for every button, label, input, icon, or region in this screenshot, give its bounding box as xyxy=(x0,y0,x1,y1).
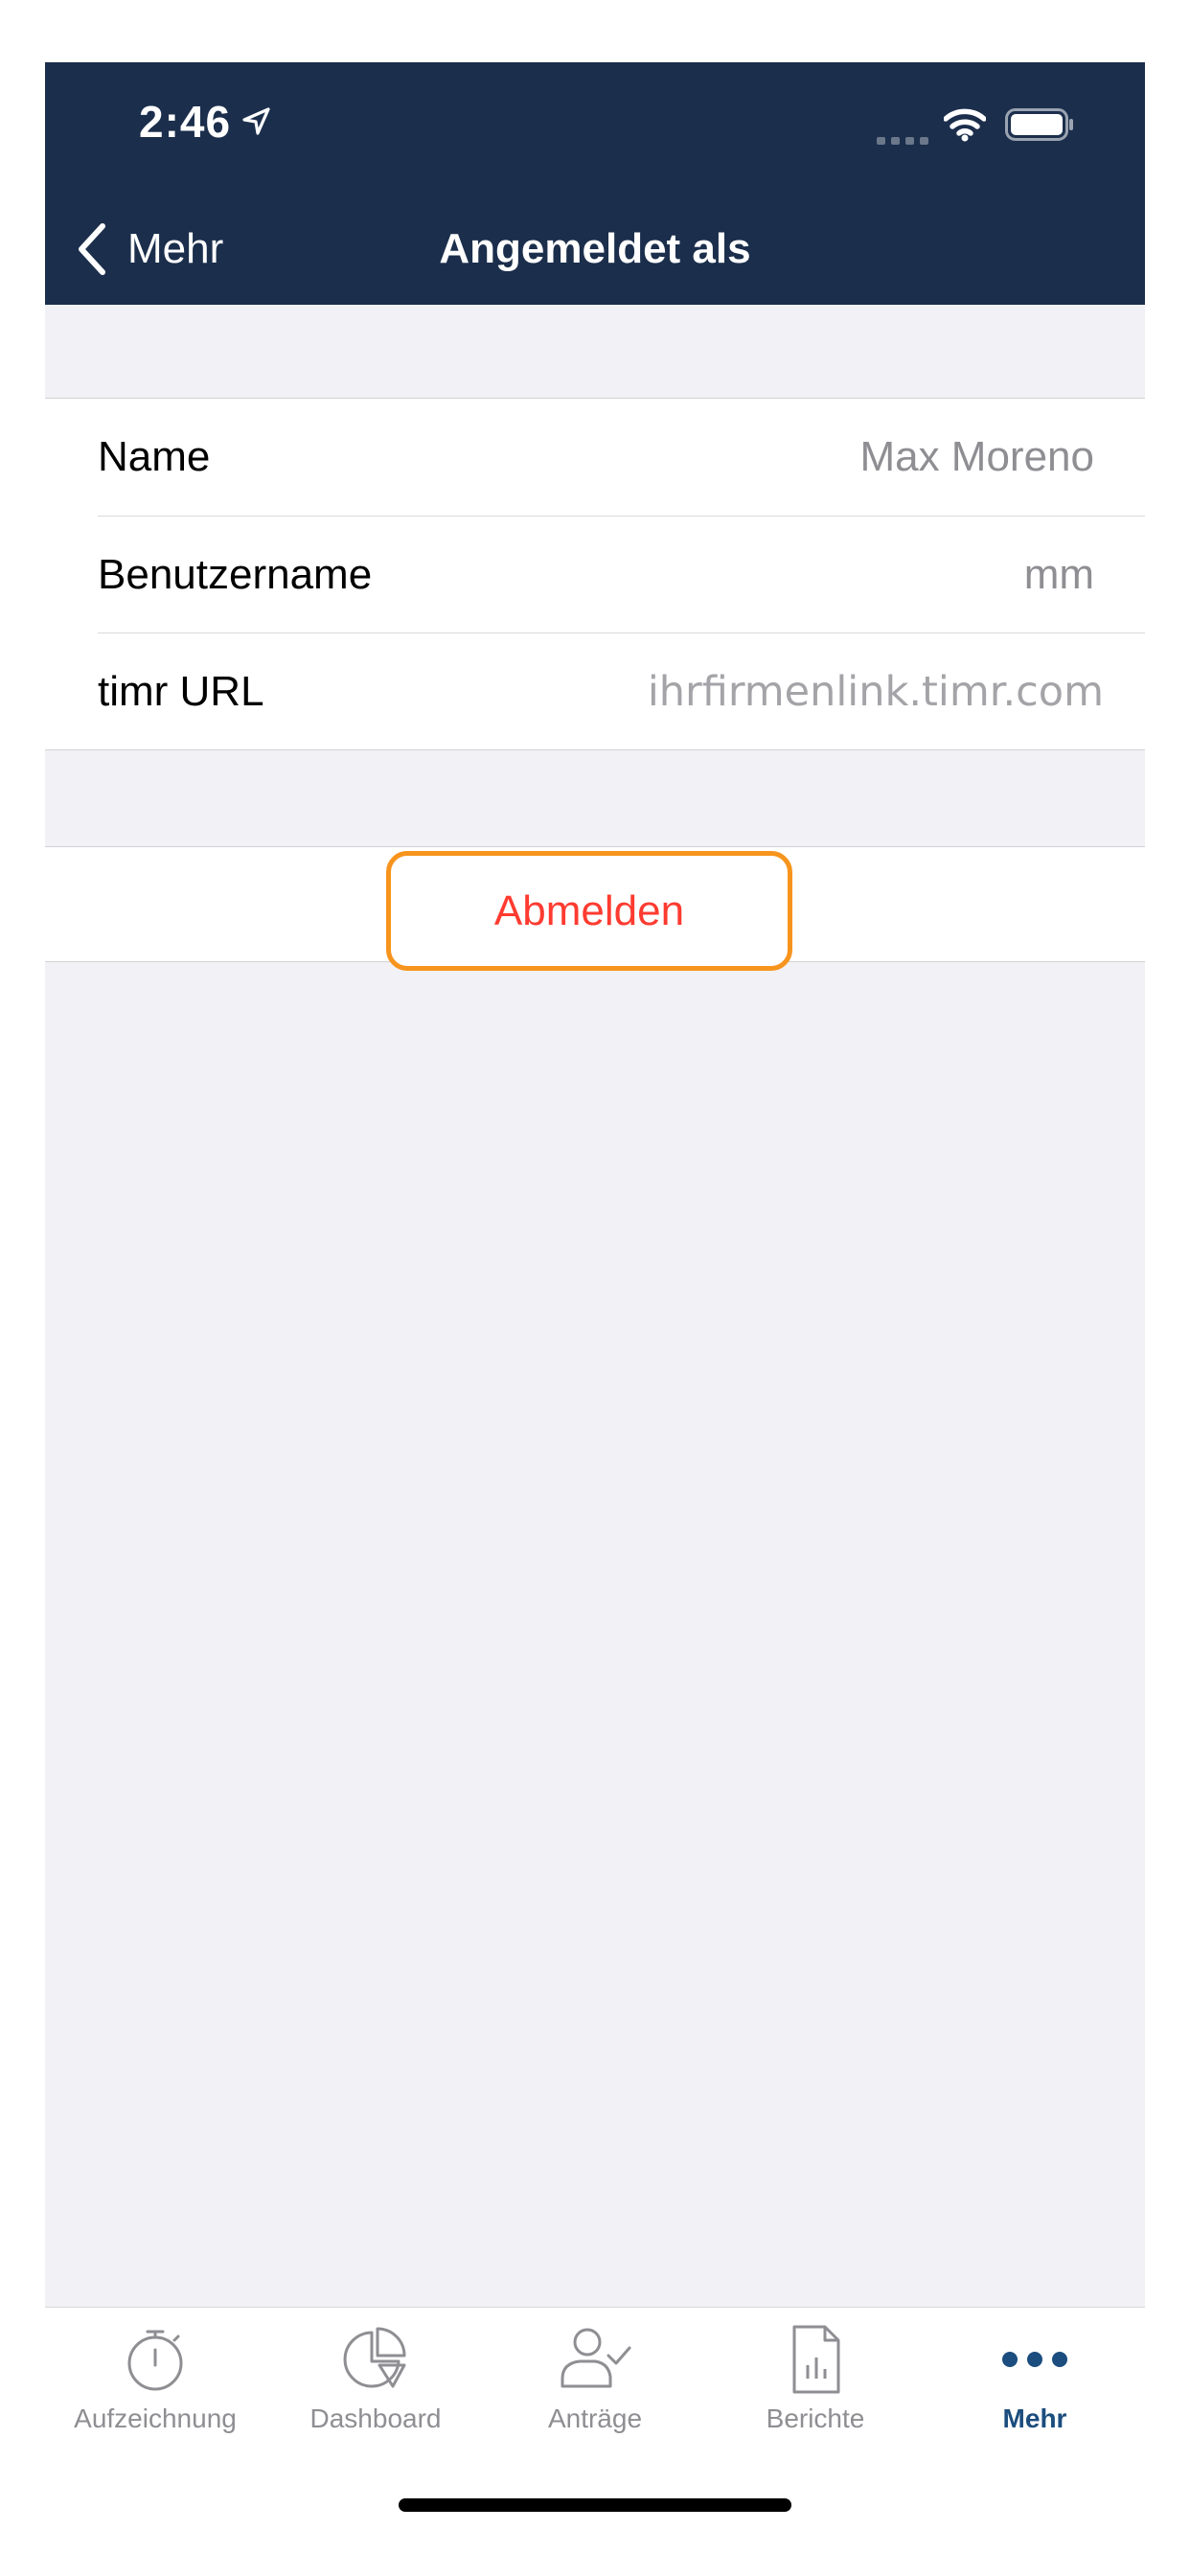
tab-berichte[interactable]: Berichte xyxy=(705,2308,926,2451)
tab-aufzeichnung[interactable]: Aufzeichnung xyxy=(45,2308,265,2451)
chevron-left-icon xyxy=(79,223,105,275)
logout-button-label: Abmelden xyxy=(493,886,685,934)
tab-label: Anträge xyxy=(547,2404,643,2433)
back-button[interactable]: Mehr xyxy=(74,216,223,283)
tab-mehr[interactable]: Mehr xyxy=(925,2308,1145,2451)
tab-label: Aufzeichnung xyxy=(74,2404,237,2433)
tab-dashboard[interactable]: Dashboard xyxy=(265,2308,486,2451)
status-time: 2:46 xyxy=(139,97,232,147)
person-check-icon xyxy=(561,2328,631,2388)
logout-button[interactable]: Abmelden xyxy=(386,851,792,971)
row-label: timr URL xyxy=(98,668,264,715)
account-row-username: Benutzername mm xyxy=(98,516,1145,632)
app-screen: 2:46 Angemeldet als Mehr Name Max Moreno… xyxy=(45,62,1145,2522)
account-info-list: Name Max Moreno Benutzername mm timr URL… xyxy=(45,398,1145,750)
report-document-icon xyxy=(792,2325,840,2394)
row-value: mm xyxy=(1023,551,1094,598)
pie-chart-icon xyxy=(343,2327,406,2388)
tab-label: Mehr xyxy=(1002,2404,1067,2433)
tab-bar: Aufzeichnung Dashboard Anträge Berichte … xyxy=(45,2307,1145,2522)
row-value: Max Moreno xyxy=(859,433,1094,480)
navigation-header: 2:46 Angemeldet als Mehr xyxy=(45,62,1145,305)
stopwatch-icon xyxy=(127,2330,183,2391)
tab-label: Dashboard xyxy=(309,2404,442,2433)
tab-antraege[interactable]: Anträge xyxy=(485,2308,705,2451)
account-row-name: Name Max Moreno xyxy=(98,399,1145,516)
cellular-signal-icon xyxy=(877,137,928,145)
battery-icon xyxy=(1005,108,1073,141)
back-button-label: Mehr xyxy=(127,225,224,272)
location-arrow-icon xyxy=(242,107,270,135)
account-row-url: timr URL ihrfirmenlink.timr.com xyxy=(98,632,1145,749)
tab-label: Berichte xyxy=(766,2404,865,2433)
home-indicator[interactable] xyxy=(399,2498,791,2512)
row-label: Benutzername xyxy=(98,551,373,598)
row-label: Name xyxy=(98,433,211,480)
wifi-icon xyxy=(944,108,986,142)
more-dots-icon xyxy=(1002,2352,1067,2367)
logout-section: Abmelden xyxy=(45,846,1145,971)
url-field-placeholder: ihrfirmenlink.timr.com xyxy=(647,668,1104,716)
